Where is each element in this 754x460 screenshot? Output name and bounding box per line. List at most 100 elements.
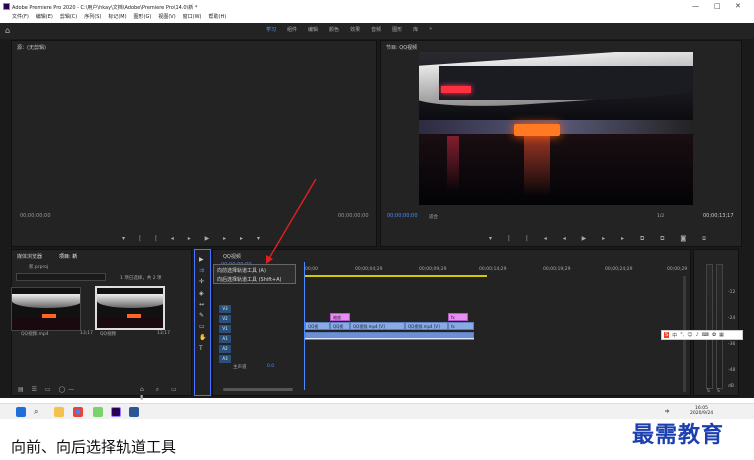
- v1-clip-5[interactable]: fx: [448, 322, 474, 330]
- meter-right-channel: [716, 264, 723, 389]
- ime-logo-icon: S: [664, 332, 670, 338]
- tab-libraries[interactable]: 库: [413, 26, 418, 33]
- menu-view[interactable]: 视图(V): [158, 13, 175, 20]
- ruler-tick-4: 00;00;19;29: [543, 267, 571, 272]
- tab-graphics[interactable]: 图形: [392, 26, 402, 33]
- program-transport-controls[interactable]: ▾ | | ◂ ◂ ▶ ▸ ▸ ⧉ ⧉ ◙ ⧈: [489, 235, 713, 243]
- type-tool-icon[interactable]: T: [199, 345, 203, 352]
- search-icon[interactable]: ⌕: [34, 407, 44, 417]
- project-item-thumb-2[interactable]: [95, 286, 165, 330]
- word-icon[interactable]: [129, 407, 139, 417]
- menu-sequence[interactable]: 序列(S): [84, 13, 101, 20]
- ime-emoji-icon[interactable]: ☺: [687, 332, 692, 338]
- track-v3[interactable]: V3: [219, 305, 231, 313]
- v1-clip-2[interactable]: QQ视: [330, 322, 350, 330]
- v1-clip-4[interactable]: QQ视频.mp4 [V]: [405, 322, 448, 330]
- source-title: 源：(无剪辑): [17, 45, 46, 51]
- taskbar-lang[interactable]: 中: [665, 409, 670, 415]
- ruler-tick-2: 00;00;09;29: [419, 267, 447, 272]
- program-timecode-right: 00;00;13;17: [703, 213, 734, 219]
- tab-assembly[interactable]: 组件: [287, 26, 297, 33]
- video-reflection-2: [447, 136, 459, 191]
- more-icon[interactable]: »: [429, 26, 432, 33]
- ime-mic-icon[interactable]: ♪: [696, 332, 699, 338]
- track-select-tool-icon[interactable]: ⇉: [199, 267, 204, 274]
- track-a1[interactable]: A1: [219, 335, 231, 343]
- minimize-icon[interactable]: —: [692, 2, 699, 10]
- title-bar: Adobe Premiere Pro 2020 - C:\用户\hkay\文档\…: [0, 0, 754, 23]
- program-timecode-left[interactable]: 00;00;00;00: [387, 213, 418, 219]
- track-a2[interactable]: A2: [219, 345, 231, 353]
- close-icon[interactable]: ✕: [735, 2, 741, 10]
- meter-label-db: dB: [728, 384, 734, 389]
- menu-edit[interactable]: 编辑(E): [36, 13, 53, 20]
- ime-skin-icon[interactable]: ✿: [712, 332, 716, 338]
- video-boat: [514, 124, 560, 136]
- timeline-horizontal-scrollbar[interactable]: [223, 388, 293, 391]
- app-root: Adobe Premiere Pro 2020 - C:\用户\hkay\文档\…: [0, 0, 754, 460]
- ime-keyboard-icon[interactable]: ⌨: [702, 332, 709, 338]
- video-neon-sign: [441, 86, 471, 93]
- resolution-dropdown[interactable]: 1/2: [657, 214, 664, 219]
- ripple-tool-icon[interactable]: ✢: [199, 278, 204, 285]
- fit-dropdown[interactable]: 适合: [429, 214, 438, 220]
- app-icon-green[interactable]: [93, 407, 103, 417]
- source-timecode-left[interactable]: 00;00;00;00: [20, 213, 51, 219]
- track-v1[interactable]: V1: [219, 325, 231, 333]
- timeline-title[interactable]: QQ视频: [223, 253, 241, 260]
- master-track-value[interactable]: 0.0: [267, 364, 274, 369]
- tab-editing[interactable]: 编辑: [308, 26, 318, 33]
- tab-media-browser[interactable]: 媒体浏览器: [17, 253, 42, 260]
- v1-clip-3[interactable]: QQ视频.mp4 [V]: [350, 322, 405, 330]
- pen-tool-icon[interactable]: ✎: [199, 312, 204, 319]
- project-footer-actions[interactable]: ⌂ ⌕ ▭ ▮: [140, 386, 191, 401]
- track-v2[interactable]: V2: [219, 315, 231, 323]
- hand-tool-icon[interactable]: ✋: [199, 334, 206, 341]
- ime-toolbar[interactable]: S 中 °, ☺ ♪ ⌨ ✿ ▦: [661, 330, 743, 340]
- tab-project[interactable]: 项目: 新: [59, 253, 77, 260]
- tab-effects[interactable]: 效果: [350, 26, 360, 33]
- ime-punct-icon[interactable]: °,: [680, 332, 684, 338]
- tab-learn[interactable]: 学习: [266, 26, 276, 33]
- source-transport-controls[interactable]: ▾ | | ◂ ▸ ▶ ▸ ▸ ▾: [122, 235, 266, 242]
- effect-clip-zoom[interactable]: 缩放: [330, 313, 350, 321]
- ime-tools-icon[interactable]: ▦: [719, 332, 724, 338]
- file-explorer-icon[interactable]: [54, 407, 64, 417]
- source-monitor: 源：(无剪辑) 00;00;00;00 00;00;00;00 ▾ | | ◂ …: [11, 40, 377, 247]
- project-footer-tools[interactable]: ▤ ☰ ▭ ◯—: [18, 386, 77, 393]
- maximize-icon[interactable]: □: [714, 2, 721, 10]
- razor-tool-icon[interactable]: ◈: [199, 290, 204, 297]
- tab-audio[interactable]: 音频: [371, 26, 381, 33]
- selection-tool-icon[interactable]: ▶: [199, 256, 204, 263]
- tools-panel: ▶ ⇉ ✢ ◈ ↔ ✎ ▭ ✋ T: [194, 249, 211, 396]
- tooltip-line-forward: 向前选择轨道工具 (A): [217, 268, 266, 274]
- meter-label-12: -12: [728, 290, 736, 295]
- tab-color[interactable]: 颜色: [329, 26, 339, 33]
- menu-window[interactable]: 窗口(W): [183, 13, 202, 20]
- chrome-icon[interactable]: [73, 407, 83, 417]
- meter-left-channel: [706, 264, 713, 389]
- source-timecode-right: 00;00;00;00: [338, 213, 369, 219]
- menu-file[interactable]: 文件(F): [12, 13, 29, 20]
- start-icon[interactable]: [16, 407, 26, 417]
- taskbar-clock[interactable]: 16:05 2020/9/24: [690, 406, 713, 416]
- track-a3[interactable]: A3: [219, 355, 231, 363]
- rectangle-tool-icon[interactable]: ▭: [199, 323, 205, 330]
- taskbar-date: 2020/9/24: [690, 411, 714, 416]
- meter-solo-right[interactable]: S: [717, 389, 720, 394]
- project-item-thumb-1[interactable]: [11, 287, 81, 331]
- v1-clip-1[interactable]: QQ视: [305, 322, 330, 330]
- home-icon[interactable]: ⌂: [5, 26, 10, 35]
- work-area-bar[interactable]: [305, 275, 487, 277]
- ime-lang[interactable]: 中: [672, 332, 677, 339]
- effect-clip-fx[interactable]: fx: [448, 313, 468, 321]
- menu-marker[interactable]: 标记(M): [108, 13, 126, 20]
- menu-clip[interactable]: 剪辑(C): [60, 13, 77, 20]
- menu-graphics[interactable]: 图形(G): [134, 13, 152, 20]
- premiere-taskbar-icon[interactable]: [111, 407, 121, 417]
- slip-tool-icon[interactable]: ↔: [199, 301, 204, 308]
- menu-help[interactable]: 帮助(H): [209, 13, 227, 20]
- project-search-input[interactable]: [16, 273, 106, 281]
- master-track-label: 主声道: [233, 365, 247, 370]
- meter-solo-left[interactable]: S: [707, 389, 710, 394]
